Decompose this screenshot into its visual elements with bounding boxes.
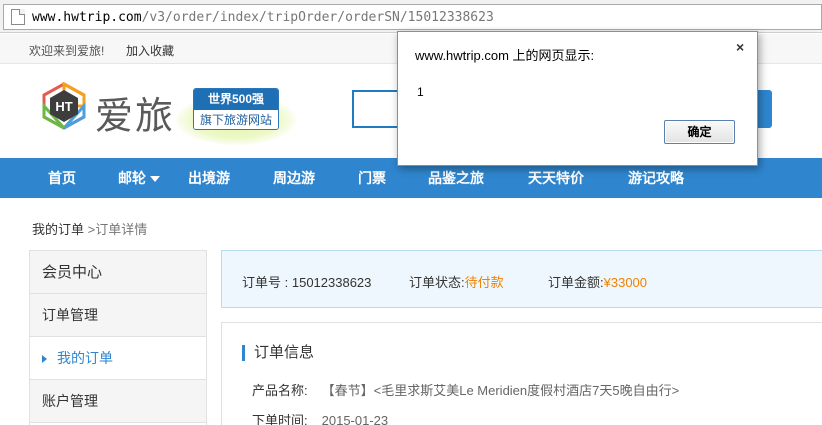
badge-top-text: 世界500强 [194, 89, 278, 110]
order-info-title: 订单信息 [242, 345, 314, 361]
order-status: 订单状态:待付款 [409, 275, 504, 290]
logo-hex-icon[interactable]: HT [40, 82, 88, 130]
welcome-text: 欢迎来到爱旅! [29, 44, 105, 58]
logo-text[interactable]: 爱旅 [95, 85, 175, 140]
product-label: 产品名称: [252, 383, 308, 398]
order-date: 2015-01-23 [321, 413, 389, 425]
member-sidebar: 会员中心 订单管理 我的订单 账户管理 [29, 250, 207, 425]
breadcrumb-my-orders[interactable]: 我的订单 [32, 222, 84, 237]
search-button[interactable] [756, 90, 772, 128]
url-host: www.hwtrip.com [32, 9, 142, 25]
search-input[interactable] [352, 90, 400, 128]
amount-value: ¥33000 [603, 275, 648, 290]
breadcrumb-current: >订单详情 [87, 222, 148, 237]
badge-bottom-text: 旗下旅游网站 [194, 110, 278, 129]
close-icon[interactable]: × [736, 39, 744, 55]
status-badge: 待付款 [464, 275, 504, 290]
nav-item-nearby[interactable]: 周边游 [273, 158, 315, 198]
triangle-right-icon [42, 355, 47, 364]
product-name: 【春节】<毛里求斯艾美Le Meridien度假村酒店7天5晚自由行> [321, 383, 680, 398]
order-date-label: 下单时间: [252, 413, 308, 425]
bookmark-link[interactable]: 加入收藏 [126, 42, 174, 59]
browser-address-bar: www.hwtrip.com/v3/order/index/tripOrder/… [0, 0, 822, 33]
order-date-row: 下单时间: 2015-01-23 [252, 410, 388, 425]
order-amount: 订单金额:¥33000 [548, 275, 648, 290]
order-number: 订单号 : 15012338623 [242, 275, 372, 290]
sidebar-group-account: 账户管理 [30, 380, 206, 423]
nav-item-tickets[interactable]: 门票 [358, 158, 386, 198]
product-row: 产品名称: 【春节】<毛里求斯艾美Le Meridien度假村酒店7天5晚自由行> [252, 380, 679, 399]
sidebar-group-orders: 订单管理 [30, 294, 206, 337]
top500-badge: 世界500强 旗下旅游网站 [193, 88, 279, 130]
url-path: /v3/order/index/tripOrder/orderSN/150123… [141, 9, 494, 25]
breadcrumb: 我的订单 >订单详情 [32, 219, 147, 238]
chevron-down-icon [150, 176, 160, 183]
dialog-title: www.hwtrip.com 上的网页显示: [415, 48, 595, 63]
logo-mark: HT [55, 99, 72, 114]
alert-dialog: www.hwtrip.com 上的网页显示: × 1 确定 [397, 31, 758, 166]
order-summary-panel: 订单号 : 15012338623 订单状态:待付款 订单金额:¥33000 [221, 250, 822, 308]
sidebar-item-label: 我的订单 [57, 350, 113, 366]
nav-item-home[interactable]: 首页 [48, 158, 76, 198]
nav-item-outbound[interactable]: 出境游 [188, 158, 230, 198]
url-field[interactable]: www.hwtrip.com/v3/order/index/tripOrder/… [3, 4, 822, 30]
sidebar-item-my-orders[interactable]: 我的订单 [30, 337, 206, 380]
nav-item-cruise[interactable]: 邮轮 [118, 158, 160, 198]
page-icon [11, 9, 25, 25]
dialog-message: 1 [417, 85, 424, 99]
sidebar-title: 会员中心 [30, 251, 206, 294]
ok-button[interactable]: 确定 [664, 120, 735, 144]
order-info-panel: 订单信息 产品名称: 【春节】<毛里求斯艾美Le Meridien度假村酒店7天5… [221, 322, 822, 425]
